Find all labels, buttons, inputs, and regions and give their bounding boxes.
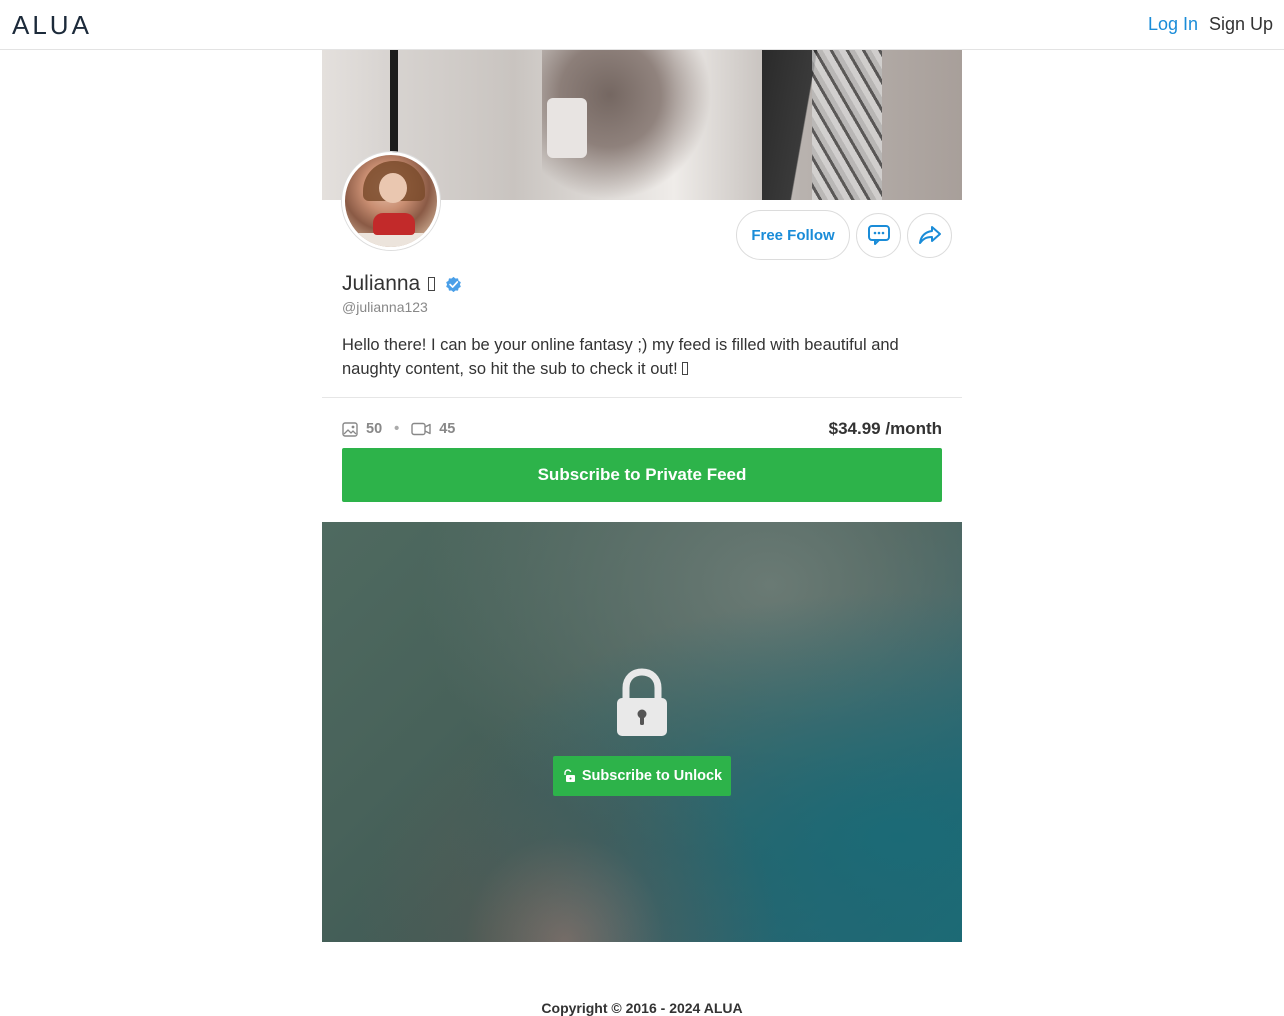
unlock-icon <box>564 769 575 782</box>
subscribe-private-feed-button[interactable]: Subscribe to Private Feed <box>342 448 942 502</box>
profile-actions: Free Follow <box>736 210 952 260</box>
signup-link[interactable]: Sign Up <box>1209 14 1273 35</box>
stats-row: 50 • 45 $34.99 /month <box>342 418 942 440</box>
profile-handle: @julianna123 <box>342 299 428 315</box>
emoji-placeholder-icon <box>681 362 688 375</box>
emoji-placeholder-icon <box>428 277 436 291</box>
profile-info: Julianna @julianna123 Hello there! I can… <box>342 272 942 381</box>
videos-count: 45 <box>439 421 456 437</box>
avatar-face <box>379 173 407 203</box>
stats-separator: • <box>394 421 400 437</box>
top-navbar: ALUA Log In Sign Up <box>0 0 1284 50</box>
photos-count: 50 <box>366 421 383 437</box>
profile-bio: Hello there! I can be your online fantas… <box>342 333 942 381</box>
media-stats: 50 • 45 <box>342 421 455 437</box>
cover-foliage <box>812 50 882 200</box>
avatar-clothing <box>373 213 415 235</box>
verified-check-icon <box>446 276 462 292</box>
free-follow-button[interactable]: Free Follow <box>736 210 850 260</box>
subscribe-to-unlock-button[interactable]: Subscribe to Unlock <box>553 756 731 796</box>
cover-phone <box>547 98 587 158</box>
share-icon <box>918 226 941 244</box>
avatar[interactable] <box>342 152 440 250</box>
chat-icon <box>867 225 890 245</box>
share-button[interactable] <box>907 212 952 258</box>
avatar-bg <box>345 233 437 247</box>
profile-column: Free Follow Julianna @julianna123 Hello … <box>322 50 962 942</box>
alua-logo[interactable]: ALUA <box>12 10 92 41</box>
login-link[interactable]: Log In <box>1148 14 1198 35</box>
lock-icon <box>617 668 667 736</box>
locked-post[interactable]: Subscribe to Unlock <box>322 522 962 942</box>
subscribe-to-unlock-label: Subscribe to Unlock <box>581 768 723 784</box>
video-icon <box>411 422 431 436</box>
profile-bio-text: Hello there! I can be your online fantas… <box>342 336 899 378</box>
message-button[interactable] <box>856 212 901 258</box>
profile-name: Julianna <box>342 272 421 295</box>
photo-icon <box>342 421 358 437</box>
subscription-price: $34.99 /month <box>828 419 942 438</box>
divider <box>322 397 962 398</box>
footer-copyright: Copyright © 2016 - 2024 ALUA <box>541 1000 743 1016</box>
name-row: Julianna <box>342 272 942 296</box>
